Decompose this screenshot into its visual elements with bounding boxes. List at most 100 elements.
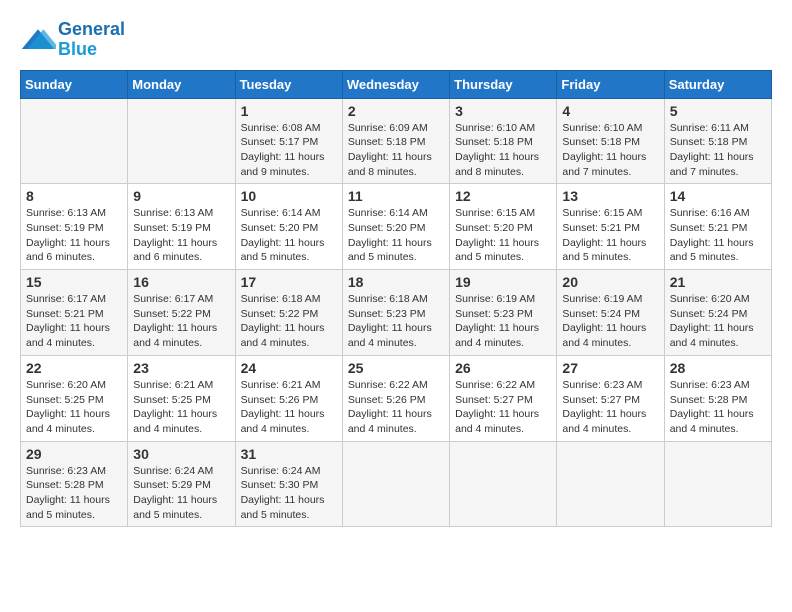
- day-cell: 3Sunrise: 6:10 AMSunset: 5:18 PMDaylight…: [450, 98, 557, 184]
- header-cell-wednesday: Wednesday: [342, 70, 449, 98]
- day-cell: 21 Sunrise: 6:20 AMSunset: 5:24 PMDayligh…: [664, 270, 771, 356]
- header-cell-sunday: Sunday: [21, 70, 128, 98]
- day-cell: [664, 441, 771, 527]
- day-cell: 31 Sunrise: 6:24 AMSunset: 5:30 PMDayligh…: [235, 441, 342, 527]
- day-info: Sunrise: 6:23 AMSunset: 5:28 PMDaylight:…: [26, 465, 110, 521]
- day-cell: [557, 441, 664, 527]
- calendar-table: SundayMondayTuesdayWednesdayThursdayFrid…: [20, 70, 772, 528]
- day-cell: 11 Sunrise: 6:14 AMSunset: 5:20 PMDayligh…: [342, 184, 449, 270]
- day-number: 27: [562, 360, 658, 376]
- day-number: 3: [455, 103, 551, 119]
- day-info: Sunrise: 6:14 AMSunset: 5:20 PMDaylight:…: [348, 207, 432, 263]
- header-cell-friday: Friday: [557, 70, 664, 98]
- day-cell: 19 Sunrise: 6:19 AMSunset: 5:23 PMDayligh…: [450, 270, 557, 356]
- day-number: 23: [133, 360, 229, 376]
- day-number: 11: [348, 188, 444, 204]
- header-row: SundayMondayTuesdayWednesdayThursdayFrid…: [21, 70, 772, 98]
- day-info: Sunrise: 6:19 AMSunset: 5:23 PMDaylight:…: [455, 293, 539, 349]
- header-cell-thursday: Thursday: [450, 70, 557, 98]
- day-cell: 27Sunrise: 6:23 AMSunset: 5:27 PMDayligh…: [557, 355, 664, 441]
- day-cell: 4 Sunrise: 6:10 AMSunset: 5:18 PMDaylight…: [557, 98, 664, 184]
- day-info: Sunrise: 6:21 AMSunset: 5:25 PMDaylight:…: [133, 379, 217, 435]
- day-info: Sunrise: 6:18 AMSunset: 5:22 PMDaylight:…: [241, 293, 325, 349]
- day-cell: [450, 441, 557, 527]
- day-cell: 8 Sunrise: 6:13 AMSunset: 5:19 PMDaylight…: [21, 184, 128, 270]
- header-cell-saturday: Saturday: [664, 70, 771, 98]
- week-row-5: 29 Sunrise: 6:23 AMSunset: 5:28 PMDayligh…: [21, 441, 772, 527]
- day-info: Sunrise: 6:22 AMSunset: 5:27 PMDaylight:…: [455, 379, 539, 435]
- day-cell: 13Sunrise: 6:15 AMSunset: 5:21 PMDayligh…: [557, 184, 664, 270]
- logo-text: General Blue: [58, 20, 125, 60]
- day-number: 17: [241, 274, 337, 290]
- day-number: 8: [26, 188, 122, 204]
- week-row-1: 1Sunrise: 6:08 AMSunset: 5:17 PMDaylight…: [21, 98, 772, 184]
- day-info: Sunrise: 6:20 AMSunset: 5:24 PMDaylight:…: [670, 293, 754, 349]
- day-info: Sunrise: 6:23 AMSunset: 5:28 PMDaylight:…: [670, 379, 754, 435]
- day-number: 14: [670, 188, 766, 204]
- calendar-body: 1Sunrise: 6:08 AMSunset: 5:17 PMDaylight…: [21, 98, 772, 527]
- day-number: 10: [241, 188, 337, 204]
- day-cell: 16 Sunrise: 6:17 AMSunset: 5:22 PMDayligh…: [128, 270, 235, 356]
- day-cell: 20 Sunrise: 6:19 AMSunset: 5:24 PMDayligh…: [557, 270, 664, 356]
- day-info: Sunrise: 6:10 AMSunset: 5:18 PMDaylight:…: [562, 122, 646, 178]
- day-number: 5: [670, 103, 766, 119]
- day-info: Sunrise: 6:24 AMSunset: 5:30 PMDaylight:…: [241, 465, 325, 521]
- page-header: General Blue: [20, 20, 772, 60]
- logo-icon: [20, 22, 56, 58]
- day-info: Sunrise: 6:22 AMSunset: 5:26 PMDaylight:…: [348, 379, 432, 435]
- day-cell: 18 Sunrise: 6:18 AMSunset: 5:23 PMDayligh…: [342, 270, 449, 356]
- day-cell: 25 Sunrise: 6:22 AMSunset: 5:26 PMDayligh…: [342, 355, 449, 441]
- day-cell: 12 Sunrise: 6:15 AMSunset: 5:20 PMDayligh…: [450, 184, 557, 270]
- day-number: 28: [670, 360, 766, 376]
- day-info: Sunrise: 6:24 AMSunset: 5:29 PMDaylight:…: [133, 465, 217, 521]
- day-cell: 15Sunrise: 6:17 AMSunset: 5:21 PMDayligh…: [21, 270, 128, 356]
- day-cell: 28 Sunrise: 6:23 AMSunset: 5:28 PMDayligh…: [664, 355, 771, 441]
- day-info: Sunrise: 6:09 AMSunset: 5:18 PMDaylight:…: [348, 122, 432, 178]
- day-info: Sunrise: 6:14 AMSunset: 5:20 PMDaylight:…: [241, 207, 325, 263]
- day-number: 20: [562, 274, 658, 290]
- day-cell: 23 Sunrise: 6:21 AMSunset: 5:25 PMDayligh…: [128, 355, 235, 441]
- day-cell: 5Sunrise: 6:11 AMSunset: 5:18 PMDaylight…: [664, 98, 771, 184]
- day-number: 30: [133, 446, 229, 462]
- day-number: 4: [562, 103, 658, 119]
- day-number: 26: [455, 360, 551, 376]
- day-cell: 22 Sunrise: 6:20 AMSunset: 5:25 PMDayligh…: [21, 355, 128, 441]
- calendar-header: SundayMondayTuesdayWednesdayThursdayFrid…: [21, 70, 772, 98]
- day-cell: [342, 441, 449, 527]
- day-cell: 14 Sunrise: 6:16 AMSunset: 5:21 PMDayligh…: [664, 184, 771, 270]
- header-cell-monday: Monday: [128, 70, 235, 98]
- day-number: 1: [241, 103, 337, 119]
- day-cell: 29 Sunrise: 6:23 AMSunset: 5:28 PMDayligh…: [21, 441, 128, 527]
- day-info: Sunrise: 6:16 AMSunset: 5:21 PMDaylight:…: [670, 207, 754, 263]
- week-row-2: 8 Sunrise: 6:13 AMSunset: 5:19 PMDaylight…: [21, 184, 772, 270]
- day-cell: 9Sunrise: 6:13 AMSunset: 5:19 PMDaylight…: [128, 184, 235, 270]
- logo: General Blue: [20, 20, 125, 60]
- day-number: 16: [133, 274, 229, 290]
- day-info: Sunrise: 6:18 AMSunset: 5:23 PMDaylight:…: [348, 293, 432, 349]
- day-number: 19: [455, 274, 551, 290]
- day-cell: 10 Sunrise: 6:14 AMSunset: 5:20 PMDayligh…: [235, 184, 342, 270]
- day-number: 12: [455, 188, 551, 204]
- day-number: 31: [241, 446, 337, 462]
- day-info: Sunrise: 6:13 AMSunset: 5:19 PMDaylight:…: [26, 207, 110, 263]
- week-row-3: 15Sunrise: 6:17 AMSunset: 5:21 PMDayligh…: [21, 270, 772, 356]
- day-info: Sunrise: 6:17 AMSunset: 5:22 PMDaylight:…: [133, 293, 217, 349]
- day-number: 9: [133, 188, 229, 204]
- day-number: 25: [348, 360, 444, 376]
- day-number: 18: [348, 274, 444, 290]
- day-info: Sunrise: 6:15 AMSunset: 5:20 PMDaylight:…: [455, 207, 539, 263]
- day-info: Sunrise: 6:20 AMSunset: 5:25 PMDaylight:…: [26, 379, 110, 435]
- day-cell: 26 Sunrise: 6:22 AMSunset: 5:27 PMDayligh…: [450, 355, 557, 441]
- day-number: 2: [348, 103, 444, 119]
- day-number: 29: [26, 446, 122, 462]
- day-cell: 24Sunrise: 6:21 AMSunset: 5:26 PMDayligh…: [235, 355, 342, 441]
- day-info: Sunrise: 6:21 AMSunset: 5:26 PMDaylight:…: [241, 379, 325, 435]
- day-cell: 2 Sunrise: 6:09 AMSunset: 5:18 PMDaylight…: [342, 98, 449, 184]
- day-number: 22: [26, 360, 122, 376]
- header-cell-tuesday: Tuesday: [235, 70, 342, 98]
- day-cell: 17 Sunrise: 6:18 AMSunset: 5:22 PMDayligh…: [235, 270, 342, 356]
- day-number: 13: [562, 188, 658, 204]
- day-number: 21: [670, 274, 766, 290]
- day-info: Sunrise: 6:19 AMSunset: 5:24 PMDaylight:…: [562, 293, 646, 349]
- week-row-4: 22 Sunrise: 6:20 AMSunset: 5:25 PMDayligh…: [21, 355, 772, 441]
